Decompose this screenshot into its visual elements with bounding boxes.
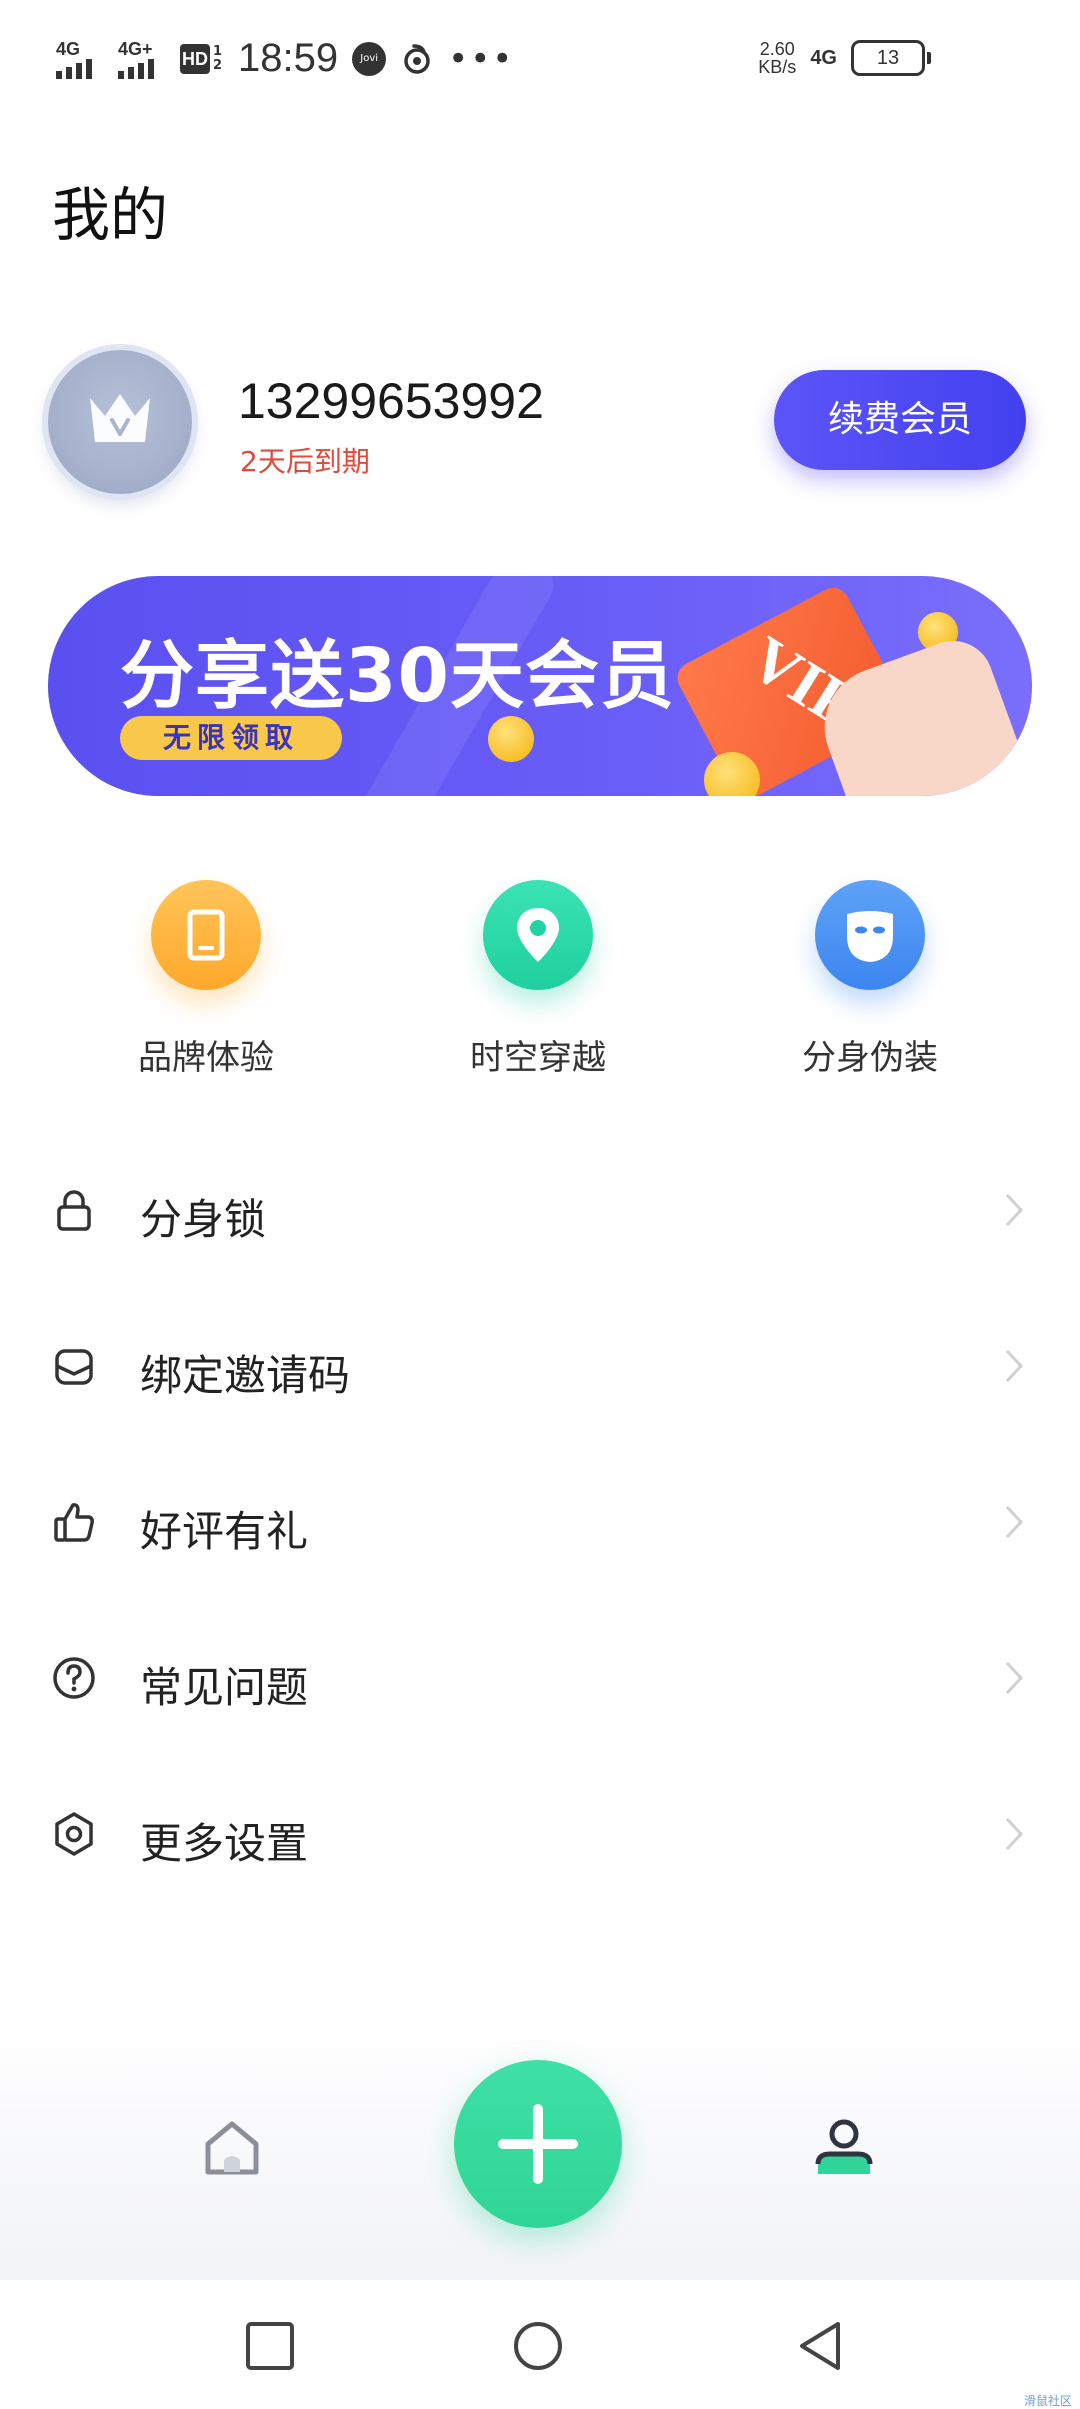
jovi-icon: Jovi — [352, 41, 387, 76]
menu-label: 绑定邀请码 — [140, 1351, 351, 1400]
feature-clone-disguise[interactable]: 分身伪装 — [760, 880, 980, 1079]
menu-item-bind-invite-code[interactable]: 绑定邀请码 — [0, 1292, 1080, 1442]
hd-voice-icon: HD — [180, 43, 210, 74]
settings-icon — [55, 1812, 93, 1856]
signal-1-icon: 4G — [56, 39, 108, 79]
avatar[interactable] — [48, 350, 192, 494]
chevron-right-icon — [1005, 1193, 1024, 1227]
phone-icon — [187, 909, 225, 961]
location-pin-icon — [517, 908, 559, 962]
more-notifications-icon: ••• — [448, 38, 515, 79]
banner-subtitle-badge: 无限领取 — [120, 716, 342, 760]
lock-icon — [57, 1190, 91, 1231]
coin-icon — [488, 716, 534, 762]
menu-item-faq[interactable]: 常见问题 — [0, 1604, 1080, 1754]
share-promo-banner[interactable]: 分享送30天会员 无限领取 VIP — [48, 576, 1032, 796]
back-icon[interactable] — [794, 2320, 846, 2372]
network-speed: 2.60 KB/s — [758, 39, 797, 77]
network-type: 4G — [810, 46, 837, 69]
menu-label: 好评有礼 — [140, 1507, 309, 1556]
battery-icon: 13 — [851, 40, 931, 76]
chevron-right-icon — [1005, 1661, 1024, 1695]
envelope-icon — [55, 1349, 93, 1385]
page-title: 我的 — [52, 181, 169, 249]
home-icon[interactable] — [200, 2116, 264, 2180]
feature-label: 时空穿越 — [470, 1038, 606, 1078]
membership-expiry: 2天后到期 — [240, 445, 370, 478]
user-phone: 13299653992 — [238, 373, 544, 429]
signal-2-icon: 4G+ — [118, 39, 170, 79]
menu-label: 更多设置 — [140, 1819, 309, 1868]
music-app-icon — [404, 43, 430, 74]
menu-label: 常见问题 — [140, 1663, 309, 1712]
banner-title: 分享送30天会员 — [120, 633, 675, 719]
feature-brand-experience[interactable]: 品牌体验 — [96, 880, 316, 1079]
hd-sim-indicator: 12 — [213, 43, 223, 73]
question-icon — [53, 1657, 95, 1699]
menu-label: 分身锁 — [140, 1195, 267, 1244]
feature-time-travel[interactable]: 时空穿越 — [428, 880, 648, 1079]
status-time: 18:59 — [238, 36, 339, 80]
crown-icon — [90, 394, 150, 442]
menu-item-clone-lock[interactable]: 分身锁 — [0, 1136, 1080, 1286]
menu-item-more-settings[interactable]: 更多设置 — [0, 1760, 1080, 1910]
chevron-right-icon — [1005, 1349, 1024, 1383]
user-icon[interactable] — [812, 2116, 876, 2180]
thumbs-up-icon — [54, 1503, 94, 1542]
menu-item-rating-reward[interactable]: 好评有礼 — [0, 1448, 1080, 1598]
chevron-right-icon — [1005, 1505, 1024, 1539]
home-circle-icon[interactable] — [512, 2320, 564, 2372]
feature-label: 品牌体验 — [138, 1038, 274, 1078]
mask-icon — [847, 911, 893, 962]
feature-label: 分身伪装 — [802, 1038, 938, 1078]
watermark: 滑鼠社区 — [1023, 2394, 1072, 2408]
chevron-right-icon — [1005, 1817, 1024, 1851]
renew-membership-button[interactable]: 续费会员 — [774, 370, 1026, 470]
add-button[interactable] — [454, 2060, 622, 2228]
status-bar: 4G 4G+ HD 12 18:59 Jovi ••• 2.60 KB/s 4G… — [0, 0, 1080, 120]
recent-apps-icon[interactable] — [244, 2320, 296, 2372]
